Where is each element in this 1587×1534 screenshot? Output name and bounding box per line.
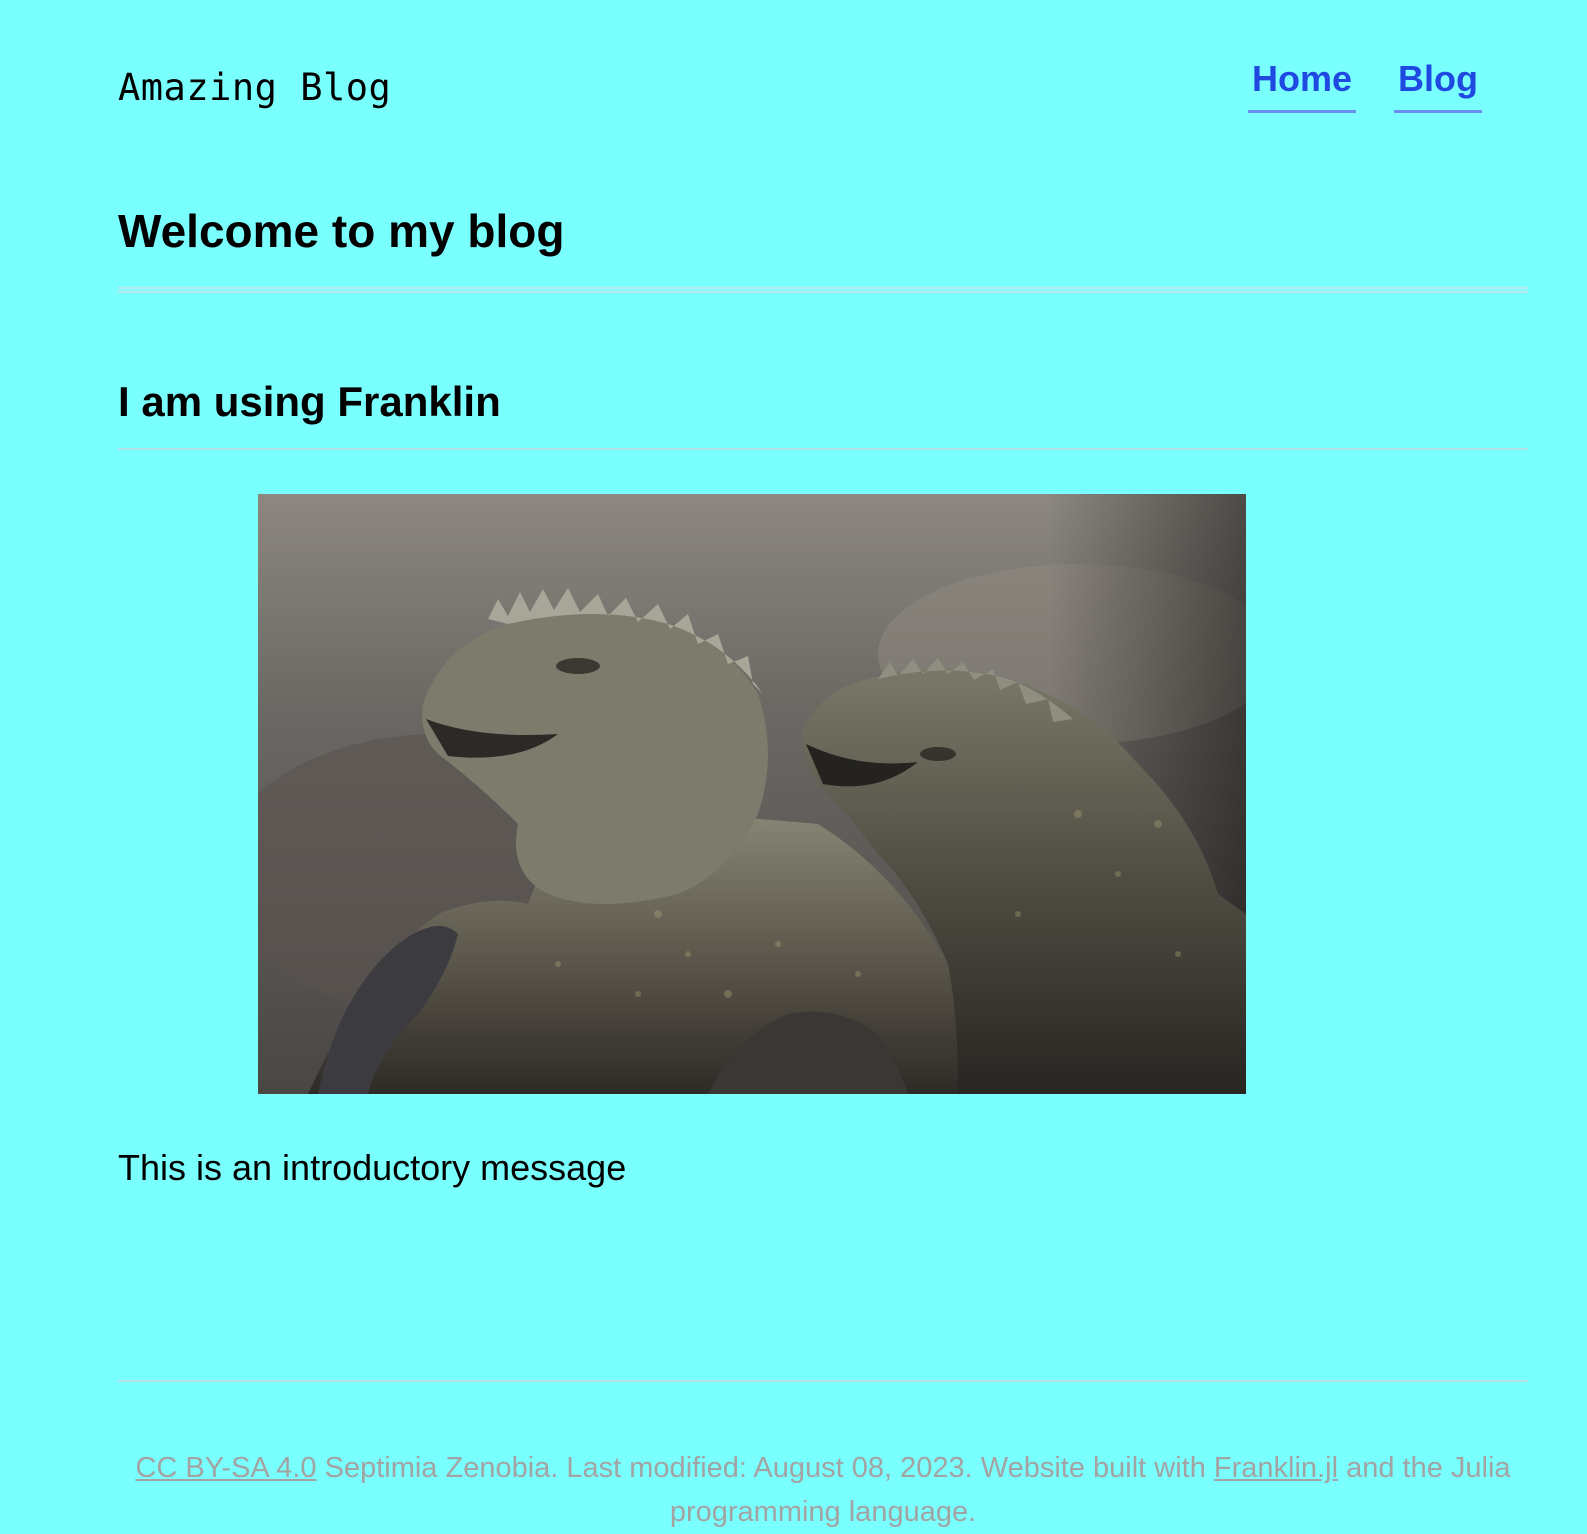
nav-blog-link[interactable]: Blog <box>1394 58 1482 113</box>
footer: CC BY-SA 4.0 Septimia Zenobia. Last modi… <box>118 1446 1528 1534</box>
title-divider <box>118 287 1528 293</box>
iguanas-photo <box>258 494 1246 1094</box>
footer-text-author: Septimia Zenobia. Last modified: August … <box>316 1452 1214 1484</box>
page-title: Welcome to my blog <box>118 205 565 257</box>
nav-home-link[interactable]: Home <box>1247 58 1357 113</box>
footer-divider <box>118 1380 1528 1382</box>
site-title[interactable]: Amazing Blog <box>118 66 391 109</box>
main-nav: Home Blog <box>1247 58 1482 113</box>
section-heading: I am using Franklin <box>118 378 501 425</box>
intro-text: This is an introductory message <box>118 1147 627 1188</box>
franklin-link[interactable]: Franklin.jl <box>1214 1452 1338 1484</box>
section-divider <box>118 448 1528 450</box>
license-link[interactable]: CC BY-SA 4.0 <box>135 1452 316 1484</box>
